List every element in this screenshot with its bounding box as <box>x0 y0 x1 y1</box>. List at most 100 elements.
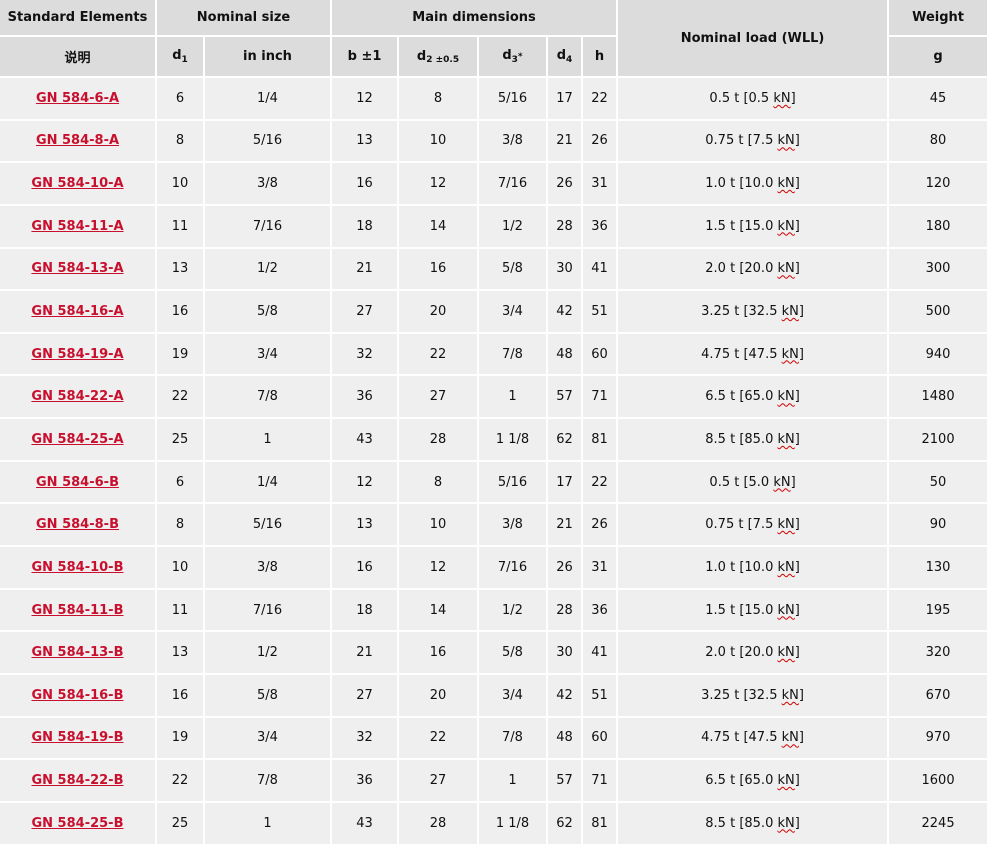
standard-element-link[interactable]: GN 584-19-A <box>31 347 123 362</box>
cell-inch: 1/2 <box>205 632 332 675</box>
cell-b: 12 <box>332 461 399 505</box>
standard-element-link[interactable]: GN 584-10-B <box>31 560 123 575</box>
cell-b: 27 <box>332 291 399 334</box>
cell-weight: 320 <box>889 632 989 675</box>
load-close-bracket: ] <box>794 773 800 789</box>
standard-element-link[interactable]: GN 584-6-B <box>36 475 119 490</box>
load-unit-kn: kN <box>781 346 799 362</box>
cell-weight: 180 <box>889 205 989 249</box>
cell-d2: 12 <box>399 163 479 206</box>
load-value: 2.0 t [20.0 <box>705 645 774 661</box>
cell-weight: 2245 <box>889 802 989 846</box>
cell-d4: 57 <box>548 760 583 803</box>
cell-d2: 20 <box>399 674 479 718</box>
load-unit-kn: kN <box>781 687 799 703</box>
standard-element-link[interactable]: GN 584-25-A <box>31 432 123 447</box>
standard-element-link[interactable]: GN 584-13-A <box>31 261 123 276</box>
cell-d3: 1 1/8 <box>479 802 548 846</box>
cell-b: 18 <box>332 589 399 633</box>
cell-nominal-load: 1.5 t [15.0 kN] <box>618 589 890 633</box>
cell-h: 51 <box>583 291 619 334</box>
standard-element-link[interactable]: GN 584-8-A <box>36 133 119 148</box>
cell-h: 41 <box>583 248 619 292</box>
cell-inch: 3/8 <box>205 163 332 206</box>
specification-table: Standard Elements Nominal size Main dime… <box>0 0 989 846</box>
cell-inch: 3/4 <box>205 333 332 377</box>
cell-nominal-load: 1.0 t [10.0 kN] <box>618 547 890 590</box>
table-row: GN 584-25-A 25 1 43 28 1 1/8 62 81 8.5 t [85.0 k… <box>0 419 989 462</box>
standard-element-link[interactable]: GN 584-11-B <box>31 603 123 618</box>
header-d1: d1 <box>157 37 205 78</box>
load-unit-kn: kN <box>777 517 795 533</box>
cell-inch: 5/16 <box>205 504 332 548</box>
header-d3-star: * <box>517 52 523 62</box>
cell-d4: 42 <box>548 291 583 334</box>
cell-nominal-load: 8.5 t [85.0 kN] <box>618 419 890 462</box>
table-row: GN 584-6-A 6 1/4 12 8 5/16 17 22 0.5 t [0.5 kN] 4… <box>0 78 989 121</box>
cell-h: 36 <box>583 205 619 249</box>
cell-d1: 13 <box>157 632 205 675</box>
cell-d1: 6 <box>157 461 205 505</box>
cell-d1: 22 <box>157 760 205 803</box>
cell-d3: 1 1/8 <box>479 419 548 462</box>
standard-element-link[interactable]: GN 584-11-A <box>31 219 123 234</box>
cell-weight: 90 <box>889 504 989 548</box>
header-d3: d3* <box>479 37 548 78</box>
standard-element-link[interactable]: GN 584-13-B <box>31 645 123 660</box>
cell-b: 43 <box>332 419 399 462</box>
standard-element-link[interactable]: GN 584-22-B <box>31 773 123 788</box>
cell-d4: 21 <box>548 504 583 548</box>
cell-d1: 11 <box>157 205 205 249</box>
load-close-bracket: ] <box>794 815 800 831</box>
cell-standard-element: GN 584-13-A <box>0 248 157 292</box>
cell-standard-element: GN 584-8-B <box>0 504 157 548</box>
load-unit-kn: kN <box>777 815 795 831</box>
standard-element-link[interactable]: GN 584-10-A <box>31 176 123 191</box>
cell-d1: 11 <box>157 589 205 633</box>
cell-standard-element: GN 584-19-A <box>0 333 157 377</box>
standard-element-link[interactable]: GN 584-8-B <box>36 517 119 532</box>
cell-nominal-load: 3.25 t [32.5 kN] <box>618 291 890 334</box>
cell-inch: 3/8 <box>205 547 332 590</box>
cell-d1: 16 <box>157 291 205 334</box>
cell-d4: 30 <box>548 248 583 292</box>
load-value: 0.75 t [7.5 <box>705 133 774 149</box>
load-value: 6.5 t [65.0 <box>705 773 774 789</box>
load-close-bracket: ] <box>798 730 804 746</box>
cell-d1: 10 <box>157 163 205 206</box>
standard-element-link[interactable]: GN 584-16-B <box>31 688 123 703</box>
standard-element-link[interactable]: GN 584-19-B <box>31 730 123 745</box>
cell-inch: 1/4 <box>205 78 332 121</box>
cell-d3: 5/16 <box>479 461 548 505</box>
cell-d1: 25 <box>157 802 205 846</box>
cell-nominal-load: 4.75 t [47.5 kN] <box>618 717 890 761</box>
cell-standard-element: GN 584-25-A <box>0 419 157 462</box>
load-unit-kn: kN <box>777 773 795 789</box>
table-row: GN 584-19-A 19 3/4 32 22 7/8 48 60 4.75 t [47.5 … <box>0 333 989 377</box>
cell-standard-element: GN 584-22-A <box>0 376 157 420</box>
header-d4: d4 <box>548 37 583 78</box>
cell-d3: 3/8 <box>479 504 548 548</box>
cell-d2: 22 <box>399 717 479 761</box>
cell-d3: 1/2 <box>479 589 548 633</box>
cell-inch: 3/4 <box>205 717 332 761</box>
cell-nominal-load: 6.5 t [65.0 kN] <box>618 376 890 420</box>
table-header: Standard Elements Nominal size Main dime… <box>0 0 989 78</box>
load-unit-kn: kN <box>781 730 799 746</box>
cell-weight: 120 <box>889 163 989 206</box>
standard-element-link[interactable]: GN 584-16-A <box>31 304 123 319</box>
cell-d2: 10 <box>399 504 479 548</box>
load-value: 8.5 t [85.0 <box>705 815 774 831</box>
cell-h: 36 <box>583 589 619 633</box>
cell-standard-element: GN 584-6-A <box>0 78 157 121</box>
standard-element-link[interactable]: GN 584-22-A <box>31 389 123 404</box>
load-unit-kn: kN <box>777 602 795 618</box>
header-h: h <box>583 37 619 78</box>
cell-d2: 20 <box>399 291 479 334</box>
standard-element-link[interactable]: GN 584-25-B <box>31 816 123 831</box>
load-unit-kn: kN <box>777 261 795 277</box>
cell-inch: 5/16 <box>205 120 332 164</box>
cell-d4: 62 <box>548 802 583 846</box>
cell-weight: 50 <box>889 461 989 505</box>
standard-element-link[interactable]: GN 584-6-A <box>36 91 119 106</box>
